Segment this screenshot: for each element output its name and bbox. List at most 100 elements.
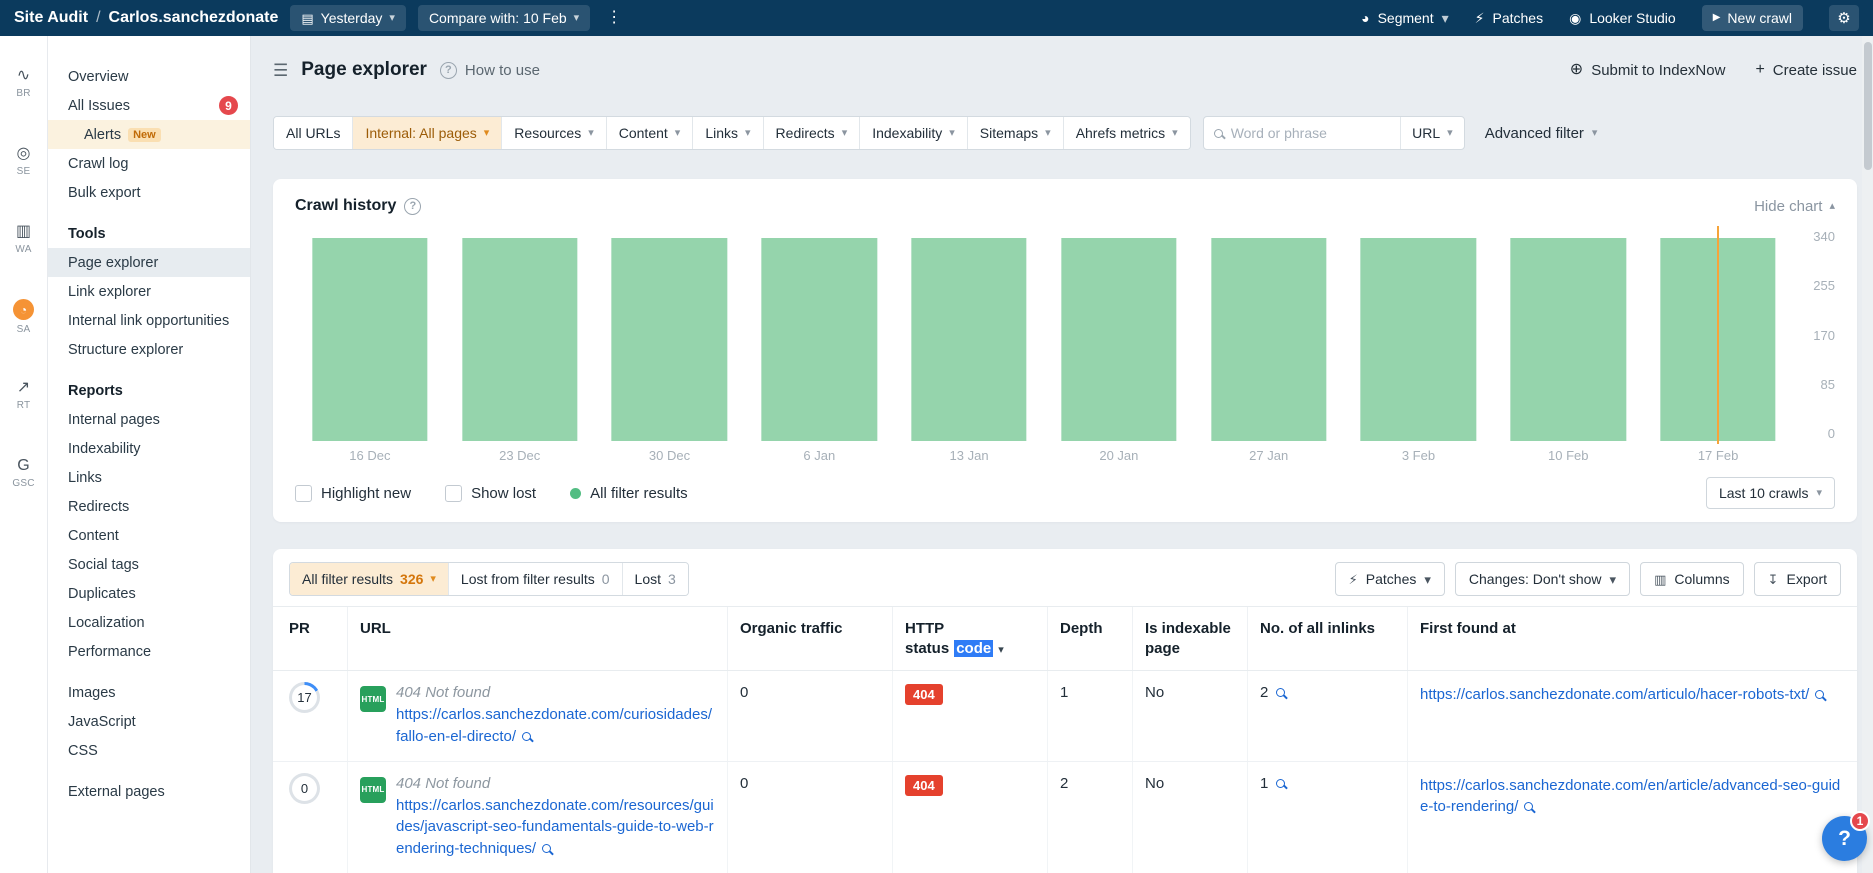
col-header-organic-traffic[interactable]: Organic traffic [728,607,893,670]
inspect-icon[interactable] [1276,779,1285,788]
rail-item-wa[interactable]: ▥ WA [0,208,47,270]
hide-chart-button[interactable]: Hide chart ▴ [1754,198,1835,215]
breadcrumb-project[interactable]: Carlos.sanchezdonate [109,9,279,27]
filter-ahrefs-metrics[interactable]: Ahrefs metrics▾ [1063,117,1190,149]
sidebar-item-social-tags[interactable]: Social tags [48,550,250,579]
sidebar-item-indexability[interactable]: Indexability [48,434,250,463]
col-header-first-found-at[interactable]: First found at [1408,607,1857,670]
tab-all-filter-results[interactable]: All filter results 326 ▾ [290,563,448,595]
looker-studio-menu[interactable]: ◉ Looker Studio [1569,10,1676,26]
col-header-pr[interactable]: PR [289,607,348,670]
crawl-count-select[interactable]: Last 10 crawls ▾ [1706,477,1835,509]
filter-resources[interactable]: Resources▾ [501,117,605,149]
inspect-icon[interactable] [522,732,531,741]
compare-with-button[interactable]: Compare with: 10 Feb ▾ [418,5,590,31]
chart-bar[interactable] [312,238,427,441]
sidebar-item-content[interactable]: Content [48,521,250,550]
create-issue-button[interactable]: + Create issue [1755,62,1857,79]
filter-all-urls[interactable]: All URLs [274,117,352,149]
sidebar-item-internal-pages[interactable]: Internal pages [48,405,250,434]
filter-indexability[interactable]: Indexability▾ [859,117,967,149]
chart-bar[interactable] [1061,238,1176,441]
sidebar-item-internal-link-opportunities[interactable]: Internal link opportunities [48,306,250,335]
chart-bar[interactable] [1361,238,1476,441]
chart-x-label: 27 Jan [1249,448,1288,463]
new-crawl-button[interactable]: ▶ New crawl [1702,5,1803,31]
first-found-link[interactable]: https://carlos.sanchezdonate.com/en/arti… [1420,777,1840,816]
sidebar-item-all-issues[interactable]: All Issues 9 [48,91,250,120]
filter-content[interactable]: Content▾ [606,117,693,149]
date-range-button[interactable]: ▤ Yesterday ▾ [290,5,406,31]
patches-menu[interactable]: ⚡ Patches [1475,10,1543,26]
first-found-link[interactable]: https://carlos.sanchezdonate.com/articul… [1420,686,1809,703]
chart-bar[interactable] [762,238,877,441]
sidebar-item-page-explorer[interactable]: Page explorer [48,248,250,277]
chart-bar[interactable] [462,238,577,441]
settings-button[interactable]: ⚙ [1829,5,1859,31]
columns-button[interactable]: ▥ Columns [1640,562,1744,596]
sidebar-item-link-explorer[interactable]: Link explorer [48,277,250,306]
col-header-no-of-all-inlinks[interactable]: No. of all inlinks [1248,607,1408,670]
sidebar-item-javascript[interactable]: JavaScript [48,707,250,736]
segment-menu[interactable]: ◕ Segment ▾ [1361,10,1449,26]
tab-lost-from-filter-results[interactable]: Lost from filter results 0 [448,563,622,595]
sidebar-item-localization[interactable]: Localization [48,608,250,637]
hamburger-icon[interactable]: ☰ [273,62,288,79]
chart-bar[interactable] [911,238,1026,441]
sidebar-item-external-pages[interactable]: External pages [48,777,250,806]
scrollbar-thumb[interactable] [1864,42,1872,170]
sidebar-item-structure-explorer[interactable]: Structure explorer [48,335,250,364]
inspect-icon[interactable] [1524,802,1533,811]
sidebar-item-images[interactable]: Images [48,678,250,707]
col-header-url[interactable]: URL [348,607,728,670]
col-header-depth[interactable]: Depth [1048,607,1133,670]
show-lost-checkbox[interactable]: Show lost [445,485,536,502]
filter-internal-all-pages[interactable]: Internal: All pages ▾ [352,117,501,149]
changes-dropdown[interactable]: Changes: Don't show ▾ [1455,562,1630,596]
inspect-icon[interactable] [542,844,551,853]
rail-item-br[interactable]: ∿ BR [0,52,47,114]
breadcrumb-root[interactable]: Site Audit [14,9,88,27]
highlight-new-checkbox[interactable]: Highlight new [295,485,411,502]
sidebar-item-duplicates[interactable]: Duplicates [48,579,250,608]
export-button[interactable]: ↧ Export [1754,562,1841,596]
rail-item-gsc[interactable]: G GSC [0,442,47,504]
url-link[interactable]: https://carlos.sanchezdonate.com/curiosi… [396,706,712,745]
inspect-icon[interactable] [1815,690,1824,699]
patches-dropdown[interactable]: ⚡ Patches ▾ [1335,562,1445,596]
chart-bar[interactable] [1211,238,1326,441]
sidebar-item-performance[interactable]: Performance [48,637,250,666]
how-to-use-link[interactable]: How to use [465,62,540,79]
more-options-icon[interactable]: ⋮ [602,10,626,26]
advanced-filter-button[interactable]: Advanced filter ▾ [1485,125,1598,142]
filter-redirects[interactable]: Redirects▾ [763,117,860,149]
chart-bar[interactable] [612,238,727,441]
sidebar-item-links[interactable]: Links [48,463,250,492]
col-header-is-indexable-page[interactable]: Is indexable page [1133,607,1248,670]
search-input[interactable] [1231,125,1400,141]
rail-item-rt[interactable]: ↗ RT [0,364,47,426]
scrollbar-track[interactable] [1862,36,1873,873]
submit-indexnow-button[interactable]: ⊕ Submit to IndexNow [1570,62,1726,79]
rail-item-sa[interactable]: ◔ SA [0,286,47,348]
url-link[interactable]: https://carlos.sanchezdonate.com/resourc… [396,797,714,858]
chart-bar[interactable] [1511,238,1626,441]
sidebar-item-crawl-log[interactable]: Crawl log [48,149,250,178]
looker-studio-icon: ◉ [1569,11,1581,25]
search-scope-select[interactable]: URL ▾ [1400,117,1464,149]
sidebar-item-alerts[interactable]: Alerts New [48,120,250,149]
col-header-http-status-code[interactable]: HTTP statuscode▾ [893,607,1048,670]
sidebar-item-bulk-export[interactable]: Bulk export [48,178,250,207]
filter-links[interactable]: Links▾ [692,117,762,149]
rail-item-se[interactable]: ◎ SE [0,130,47,192]
sidebar-item-overview[interactable]: Overview [48,62,250,91]
filter-sitemaps[interactable]: Sitemaps▾ [967,117,1063,149]
chevron-down-icon: ▾ [1424,573,1431,586]
sidebar-item-css[interactable]: CSS [48,736,250,765]
help-button[interactable]: ? 1 [1822,816,1867,861]
status-note: 404 Not found [396,775,715,792]
inspect-icon[interactable] [1276,688,1285,697]
tab-lost[interactable]: Lost 3 [622,563,688,595]
sidebar-item-redirects[interactable]: Redirects [48,492,250,521]
sort-caret-icon[interactable]: ▾ [998,645,1004,656]
